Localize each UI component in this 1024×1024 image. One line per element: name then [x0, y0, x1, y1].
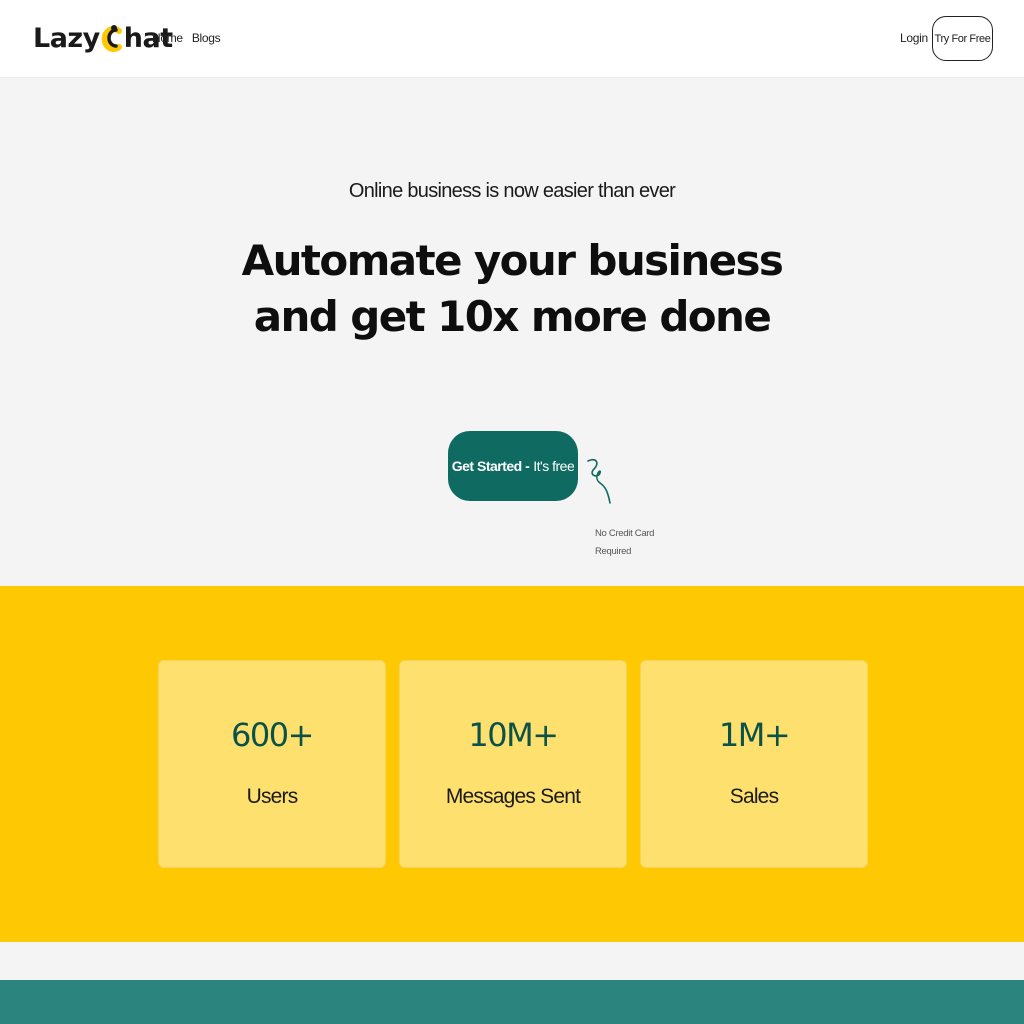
nav-link-blogs[interactable]: Blogs [192, 31, 221, 45]
cta-light-label: It's free [533, 458, 575, 474]
lazychat-logo-icon [101, 22, 123, 54]
section-gap [0, 942, 1024, 980]
stat-card-sales: 1M+ Sales [640, 660, 868, 868]
stat-card-users: 600+ Users [158, 660, 386, 868]
hero-title-line1: Automate your business [241, 236, 784, 285]
nav-links: Home Blogs [152, 31, 221, 45]
stat-value: 600+ [231, 716, 314, 754]
hero-title-line2: and get 10x more done [253, 292, 772, 341]
stat-value: 10M+ [468, 716, 559, 754]
hero-section: Online business is now easier than ever … [0, 79, 1024, 586]
navbar: Lazy hat Home Blogs Login Try For Free [0, 0, 1024, 78]
no-credit-card-note: No Credit Card Required [595, 528, 655, 557]
stat-label: Sales [729, 785, 779, 808]
cta-strong-label: Get Started - [451, 458, 530, 474]
stat-label: Messages Sent [445, 785, 581, 808]
stat-card-messages: 10M+ Messages Sent [399, 660, 627, 868]
squiggle-arrow-icon [587, 458, 611, 504]
login-link[interactable]: Login [900, 31, 928, 45]
try-for-free-button[interactable]: Try For Free [932, 16, 993, 61]
stat-label: Users [246, 785, 299, 808]
hero-title: Automate your business and get 10x more … [212, 233, 812, 345]
hero-subtitle: Online business is now easier than ever [348, 180, 676, 202]
nav-link-home[interactable]: Home [152, 31, 183, 45]
stats-section: 600+ Users 10M+ Messages Sent 1M+ Sales [0, 586, 1024, 942]
stat-value: 1M+ [718, 716, 791, 754]
next-section-band [0, 980, 1024, 1024]
get-started-button[interactable]: Get Started - It's free [448, 431, 578, 501]
logo-text-left: Lazy [33, 22, 100, 54]
